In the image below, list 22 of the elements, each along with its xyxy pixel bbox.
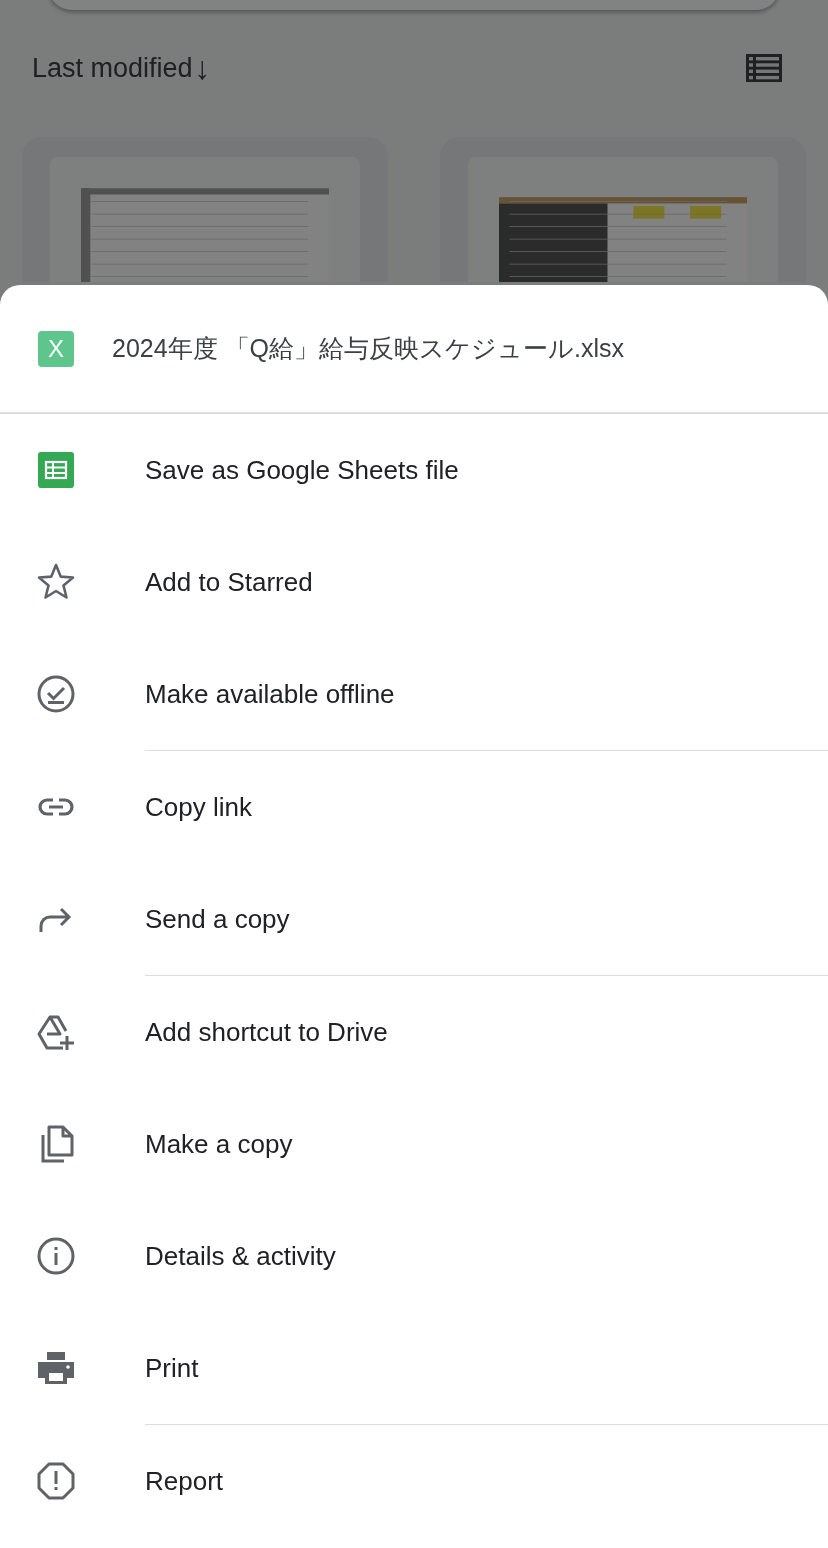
file-card[interactable]	[440, 137, 806, 282]
menu-item[interactable]: Add shortcut to Drive	[0, 976, 828, 1088]
menu-item[interactable]: Details & activity	[0, 1200, 828, 1312]
list-view-icon[interactable]	[746, 54, 782, 82]
sort-arrow[interactable]: ↓	[194, 49, 211, 87]
menu-item[interactable]: Save as Google Sheets file	[0, 414, 828, 526]
file-card[interactable]	[22, 137, 388, 282]
menu-item[interactable]: Report	[0, 1425, 828, 1537]
menu-item[interactable]: Make a copy	[0, 1088, 828, 1200]
spreadsheet-icon	[36, 450, 76, 490]
menu-item[interactable]: Print	[0, 1312, 828, 1424]
menu-item[interactable]: Make available offline	[0, 638, 828, 750]
menu-item[interactable]: Add to Starred	[0, 526, 828, 638]
info-icon	[36, 1236, 76, 1276]
sort-label[interactable]: Last modified	[32, 52, 193, 84]
star-icon	[36, 562, 76, 602]
menu-item[interactable]: Copy link	[0, 751, 828, 863]
file-name: 2024年度 「Q給」給与反映スケジュール.xlsx	[112, 333, 624, 364]
menu-item[interactable]: Send a copy	[0, 863, 828, 975]
excel-file-icon: X	[38, 330, 74, 367]
report-icon	[36, 1461, 76, 1501]
offline-check-icon	[36, 674, 76, 714]
